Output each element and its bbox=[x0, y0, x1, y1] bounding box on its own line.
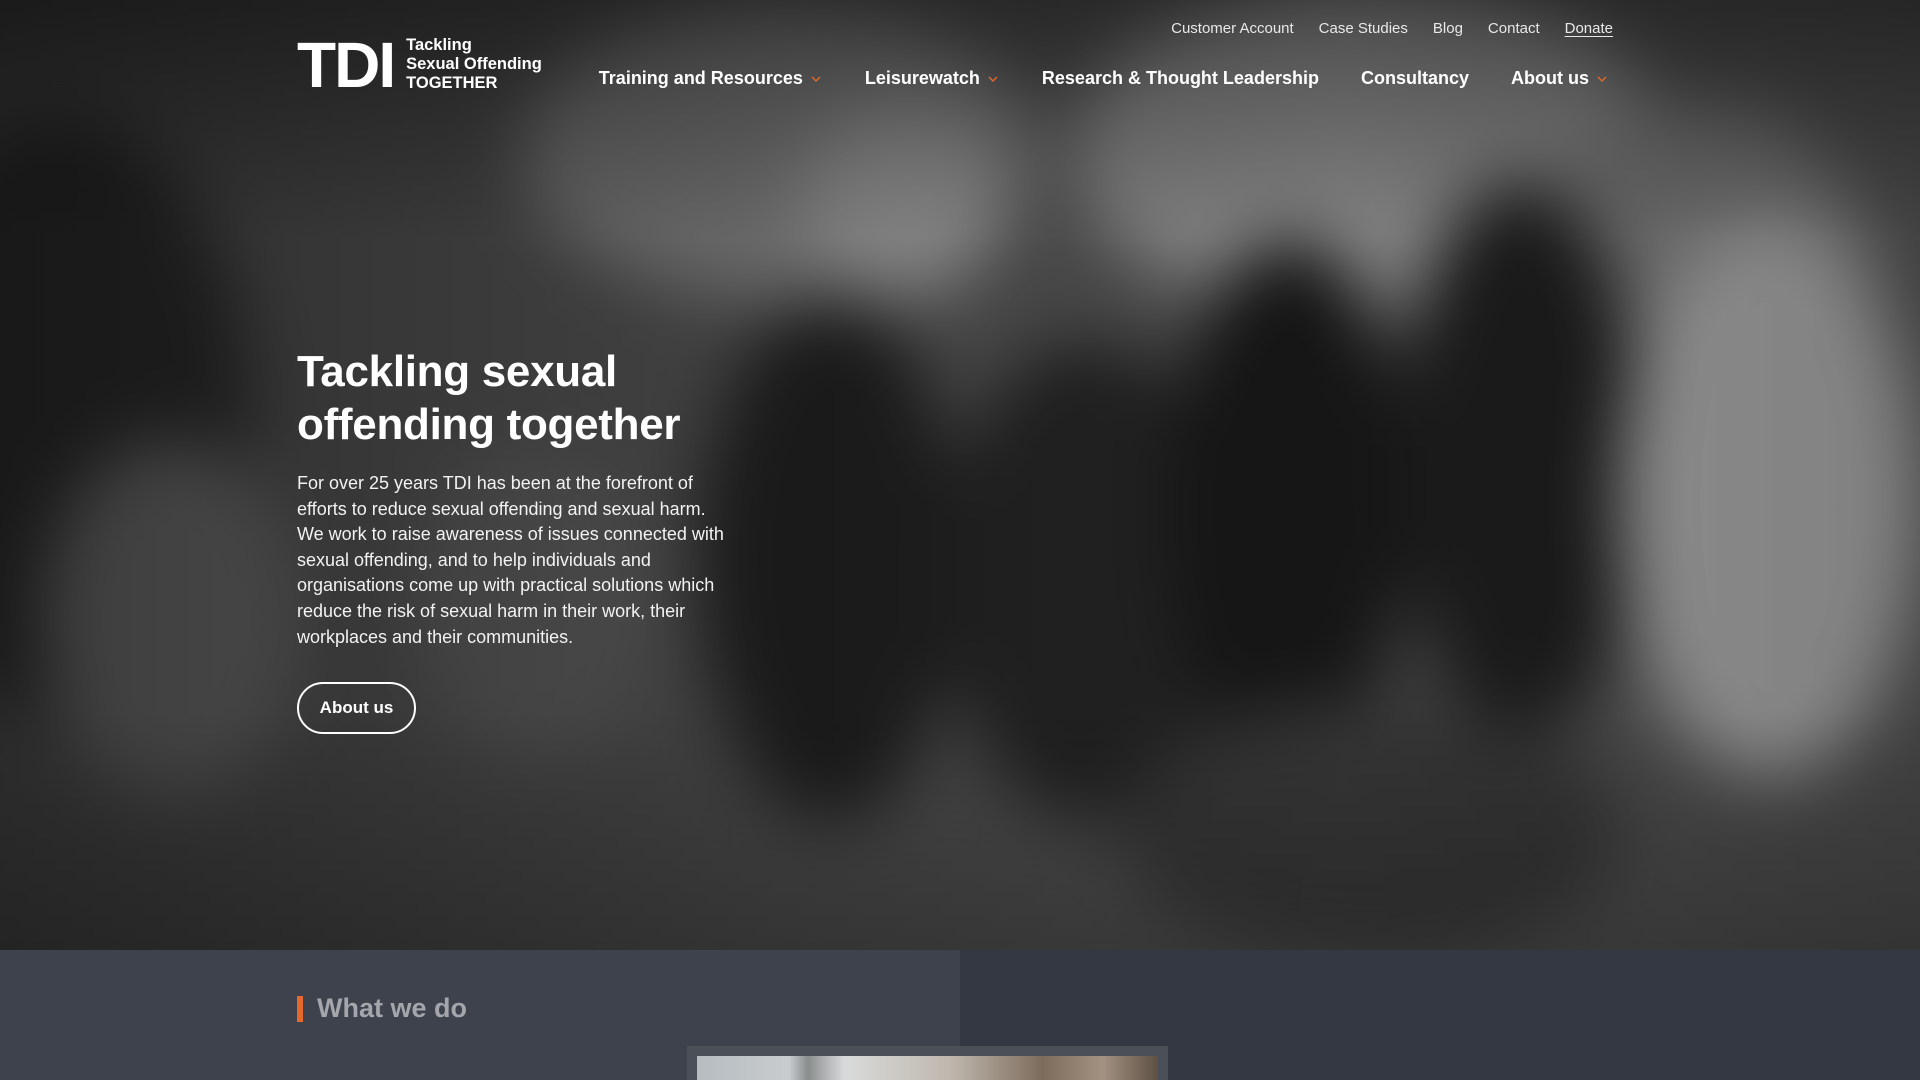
nav-item-about-us[interactable]: About us bbox=[1511, 68, 1609, 89]
nav-item-training-and-resources[interactable]: Training and Resources bbox=[599, 68, 823, 89]
chevron-down-icon bbox=[1597, 76, 1607, 82]
logo-line-1: Tackling bbox=[406, 36, 472, 54]
nav-item-label: Consultancy bbox=[1360, 68, 1469, 88]
chevron-down-icon bbox=[988, 76, 998, 82]
hero-title: Tackling sexual offending together bbox=[297, 347, 681, 449]
utility-link-donate[interactable]: Donate bbox=[1565, 20, 1613, 37]
about-us-button[interactable]: About us bbox=[297, 682, 416, 735]
nav-item-label: Training and Resources bbox=[598, 68, 803, 88]
utility-link-customer-account[interactable]: Customer Account bbox=[1171, 20, 1294, 37]
what-we-do-section: What we do bbox=[0, 950, 1920, 1080]
utility-link-case-studies[interactable]: Case Studies bbox=[1319, 20, 1408, 37]
hero-content: Tackling sexual offending together For o… bbox=[297, 345, 747, 735]
nav-item-research-thought-leadership[interactable]: Research & Thought Leadership bbox=[1042, 68, 1319, 89]
utility-nav: Customer Account Case Studies Blog Conta… bbox=[1171, 20, 1613, 37]
main-nav: Training and Resources Leisurewatch Rese… bbox=[599, 68, 1609, 89]
nav-item-label: About us bbox=[1511, 68, 1589, 88]
logo-tagline: Tackling Sexual Offending TOGETHER bbox=[406, 36, 542, 93]
site-logo[interactable]: TDI Tackling Sexual Offending TOGETHER bbox=[297, 28, 542, 101]
nav-item-leisurewatch[interactable]: Leisurewatch bbox=[865, 68, 1000, 89]
logo-mark: TDI bbox=[297, 28, 396, 101]
utility-link-blog[interactable]: Blog bbox=[1433, 20, 1463, 37]
chevron-down-icon bbox=[811, 76, 821, 82]
service-card[interactable] bbox=[687, 1046, 1168, 1080]
nav-item-consultancy[interactable]: Consultancy bbox=[1361, 68, 1469, 89]
hero-description: For over 25 years TDI has been at the fo… bbox=[297, 473, 724, 647]
section-title: What we do bbox=[317, 993, 467, 1023]
utility-link-contact[interactable]: Contact bbox=[1488, 20, 1540, 37]
logo-line-3: TOGETHER bbox=[406, 74, 498, 92]
card-image bbox=[697, 1056, 1158, 1080]
nav-item-label: Leisurewatch bbox=[864, 68, 980, 88]
hero-section bbox=[0, 0, 1920, 950]
section-heading: What we do bbox=[297, 993, 467, 1024]
logo-line-2: Sexual Offending bbox=[406, 55, 542, 73]
nav-item-label: Research & Thought Leadership bbox=[1041, 68, 1319, 88]
accent-bar bbox=[297, 995, 303, 1022]
